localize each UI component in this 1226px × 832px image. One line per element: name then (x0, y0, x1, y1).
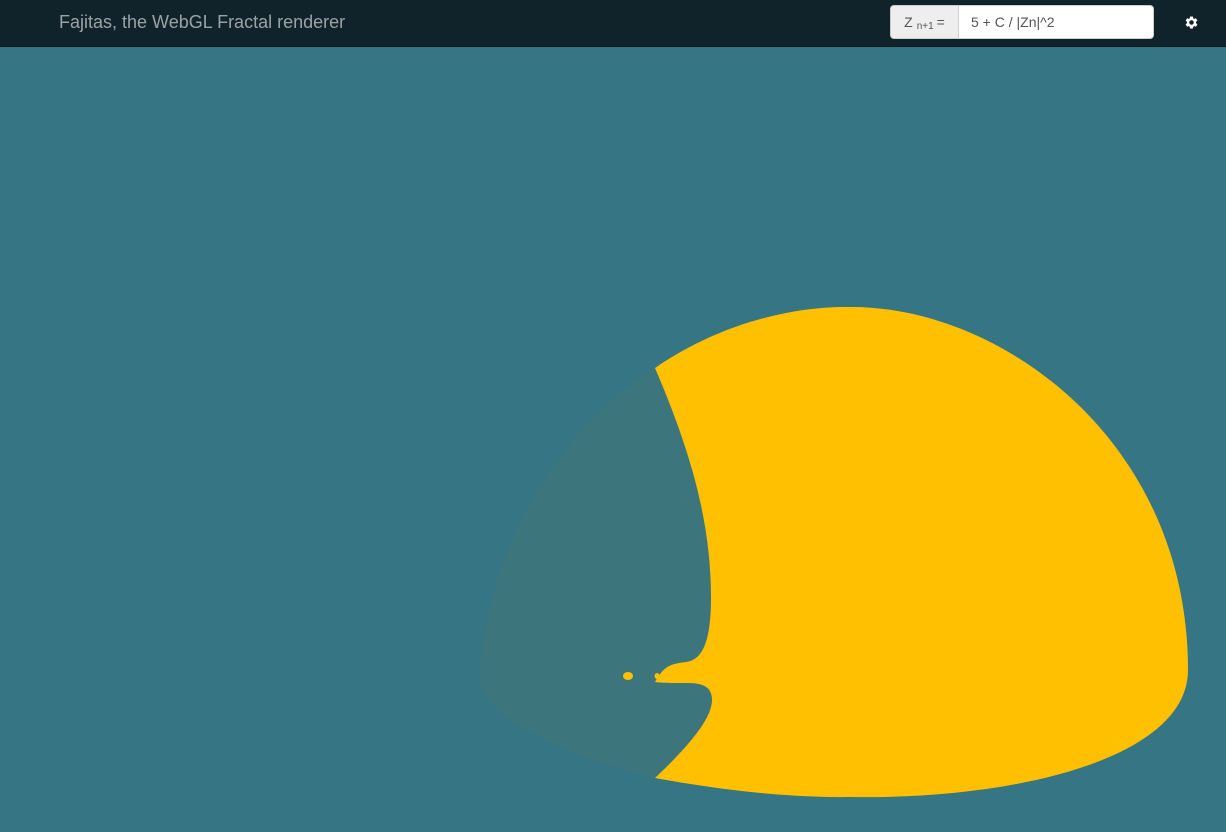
navbar: Fajitas, the WebGL Fractal renderer Z n+… (0, 0, 1226, 47)
formula-subscript: n+1 (916, 20, 934, 32)
formula-input[interactable] (958, 5, 1154, 39)
formula-input-group: Z n+1 = (890, 5, 1154, 39)
fractal-tiny-island (654, 673, 660, 679)
fractal-canvas[interactable] (0, 48, 1226, 832)
app-title[interactable]: Fajitas, the WebGL Fractal renderer (59, 0, 345, 45)
formula-prefix: Z (904, 14, 913, 30)
fractal-small-island (623, 672, 633, 680)
formula-equals: = (936, 14, 945, 30)
formula-label: Z n+1 = (890, 5, 958, 39)
gear-icon (1185, 15, 1197, 28)
settings-button[interactable] (1178, 9, 1204, 35)
